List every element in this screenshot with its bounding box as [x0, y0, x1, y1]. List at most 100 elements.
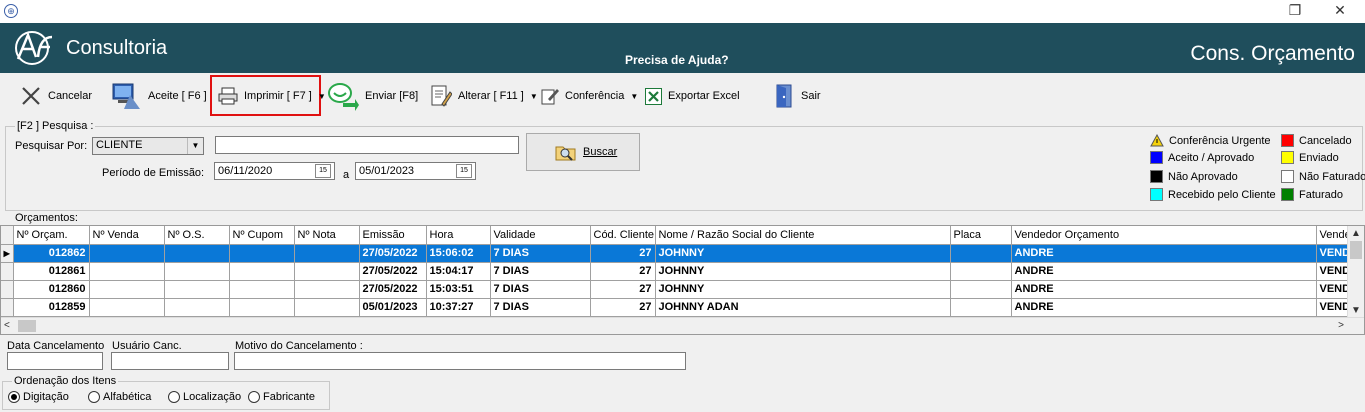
restore-button[interactable]: ❐: [1275, 0, 1315, 23]
table-cell[interactable]: [229, 244, 295, 263]
table-cell[interactable]: [89, 298, 165, 317]
table-cell[interactable]: 7 DIAS: [490, 298, 591, 317]
table-cell[interactable]: 012861: [13, 262, 90, 281]
exportar-excel-button[interactable]: Exportar Excel: [645, 81, 740, 111]
table-cell[interactable]: JOHNNY: [655, 262, 951, 281]
row-indicator[interactable]: [1, 280, 14, 299]
table-cell[interactable]: [229, 298, 295, 317]
table-cell[interactable]: [950, 298, 1012, 317]
table-row[interactable]: 012859 05/01/2023 10:37:27 7 DIAS 27 JOHNNY A…: [1, 298, 1362, 317]
close-button[interactable]: ✕: [1320, 0, 1360, 23]
table-cell[interactable]: [89, 244, 165, 263]
motivo-cancelamento-field[interactable]: [234, 352, 686, 370]
table-cell[interactable]: JOHNNY ADAN: [655, 298, 951, 317]
table-cell[interactable]: 15:04:17: [426, 262, 491, 281]
data-cancelamento-field[interactable]: [7, 352, 103, 370]
buscar-button[interactable]: Buscar: [526, 133, 640, 171]
table-row[interactable]: 012860 27/05/2022 15:03:51 7 DIAS 27 JOHNNY AN…: [1, 280, 1362, 299]
alterar-button[interactable]: Alterar [ F11 ] ▼: [430, 81, 538, 111]
column-header[interactable]: Validade: [490, 226, 591, 245]
table-cell[interactable]: [294, 298, 360, 317]
table-cell[interactable]: 27: [590, 262, 656, 281]
scroll-thumb[interactable]: [1350, 241, 1362, 259]
scroll-thumb[interactable]: [18, 320, 36, 332]
row-indicator[interactable]: [1, 298, 14, 317]
enviar-button[interactable]: Enviar [F8]: [327, 81, 418, 111]
column-header[interactable]: Nº Nota: [294, 226, 360, 245]
table-cell[interactable]: 27/05/2022: [359, 244, 427, 263]
scroll-right-icon[interactable]: >: [1338, 320, 1344, 331]
radio-unchecked-icon[interactable]: [168, 391, 180, 403]
table-cell[interactable]: 7 DIAS: [490, 244, 591, 263]
radio-fabricante[interactable]: Fabricante: [248, 391, 315, 403]
chevron-down-icon[interactable]: ▼: [187, 138, 203, 154]
table-cell[interactable]: 15:06:02: [426, 244, 491, 263]
table-cell[interactable]: 012862: [13, 244, 90, 263]
cancelar-button[interactable]: Cancelar: [20, 81, 92, 111]
horizontal-scrollbar[interactable]: < >: [1, 317, 1364, 334]
scroll-left-icon[interactable]: <: [4, 320, 10, 331]
table-cell[interactable]: 7 DIAS: [490, 280, 591, 299]
sair-button[interactable]: Sair: [775, 81, 821, 111]
aceite-button[interactable]: Aceite [ F6 ]: [110, 81, 207, 111]
usuario-canc-field[interactable]: [111, 352, 229, 370]
table-cell[interactable]: 27: [590, 298, 656, 317]
table-cell[interactable]: [294, 280, 360, 299]
table-cell[interactable]: 012860: [13, 280, 90, 299]
row-pointer-icon[interactable]: ▶: [1, 244, 14, 263]
table-cell[interactable]: [950, 244, 1012, 263]
column-header[interactable]: Hora: [426, 226, 491, 245]
column-header[interactable]: Nº Orçam.: [13, 226, 90, 245]
table-row[interactable]: 012861 27/05/2022 15:04:17 7 DIAS 27 JOHNNY AN…: [1, 262, 1362, 281]
table-cell[interactable]: 012859: [13, 298, 90, 317]
date-from-field[interactable]: 06/11/2020 15: [214, 162, 335, 180]
calendar-icon[interactable]: 15: [456, 164, 472, 178]
help-link[interactable]: Precisa de Ajuda?: [625, 53, 729, 67]
table-cell[interactable]: [229, 262, 295, 281]
table-cell[interactable]: 27/05/2022: [359, 280, 427, 299]
column-header[interactable]: Nº Venda: [89, 226, 165, 245]
scroll-down-icon[interactable]: ▼: [1348, 305, 1364, 316]
table-cell[interactable]: ANDRE: [1011, 262, 1317, 281]
calendar-icon[interactable]: 15: [315, 164, 331, 178]
table-cell[interactable]: [229, 280, 295, 299]
table-cell[interactable]: [950, 280, 1012, 299]
table-cell[interactable]: ANDRE: [1011, 244, 1317, 263]
date-to-field[interactable]: 05/01/2023 15: [355, 162, 476, 180]
column-header[interactable]: Nome / Razão Social do Cliente: [655, 226, 951, 245]
search-input[interactable]: [215, 136, 519, 154]
table-cell[interactable]: [950, 262, 1012, 281]
table-cell[interactable]: [294, 244, 360, 263]
column-header[interactable]: Emissão: [359, 226, 427, 245]
radio-unchecked-icon[interactable]: [248, 391, 260, 403]
radio-checked-icon[interactable]: [8, 391, 20, 403]
radio-alfabetica[interactable]: Alfabética: [88, 391, 151, 403]
table-cell[interactable]: 15:03:51: [426, 280, 491, 299]
imprimir-button[interactable]: Imprimir [ F7 ] ▼: [218, 81, 326, 111]
conferencia-button[interactable]: Conferência ▼: [541, 81, 638, 111]
column-header[interactable]: Placa: [950, 226, 1012, 245]
vertical-scrollbar[interactable]: ▲ ▼: [1347, 226, 1364, 318]
table-cell[interactable]: 27: [590, 280, 656, 299]
row-indicator[interactable]: [1, 262, 14, 281]
table-cell[interactable]: ANDRE: [1011, 280, 1317, 299]
table-cell[interactable]: JOHNNY: [655, 244, 951, 263]
radio-localizacao[interactable]: Localização: [168, 391, 241, 403]
table-cell[interactable]: [89, 262, 165, 281]
table-cell[interactable]: 05/01/2023: [359, 298, 427, 317]
scroll-up-icon[interactable]: ▲: [1348, 228, 1364, 239]
table-row[interactable]: ▶ 012862 27/05/2022 15:06:02 7 DIAS 27 JOHNNY A…: [1, 244, 1362, 263]
table-cell[interactable]: ANDRE: [1011, 298, 1317, 317]
table-cell[interactable]: [164, 262, 230, 281]
column-header[interactable]: Cód. Cliente: [590, 226, 656, 245]
table-cell[interactable]: [164, 244, 230, 263]
table-cell[interactable]: 7 DIAS: [490, 262, 591, 281]
column-header[interactable]: Vendedor Orçamento: [1011, 226, 1317, 245]
table-cell[interactable]: [294, 262, 360, 281]
radio-unchecked-icon[interactable]: [88, 391, 100, 403]
radio-digitacao[interactable]: Digitação: [8, 391, 69, 403]
table-cell[interactable]: JOHNNY: [655, 280, 951, 299]
table-cell[interactable]: 27: [590, 244, 656, 263]
pesquisar-por-select[interactable]: CLIENTE ▼: [92, 137, 204, 155]
table-cell[interactable]: [89, 280, 165, 299]
